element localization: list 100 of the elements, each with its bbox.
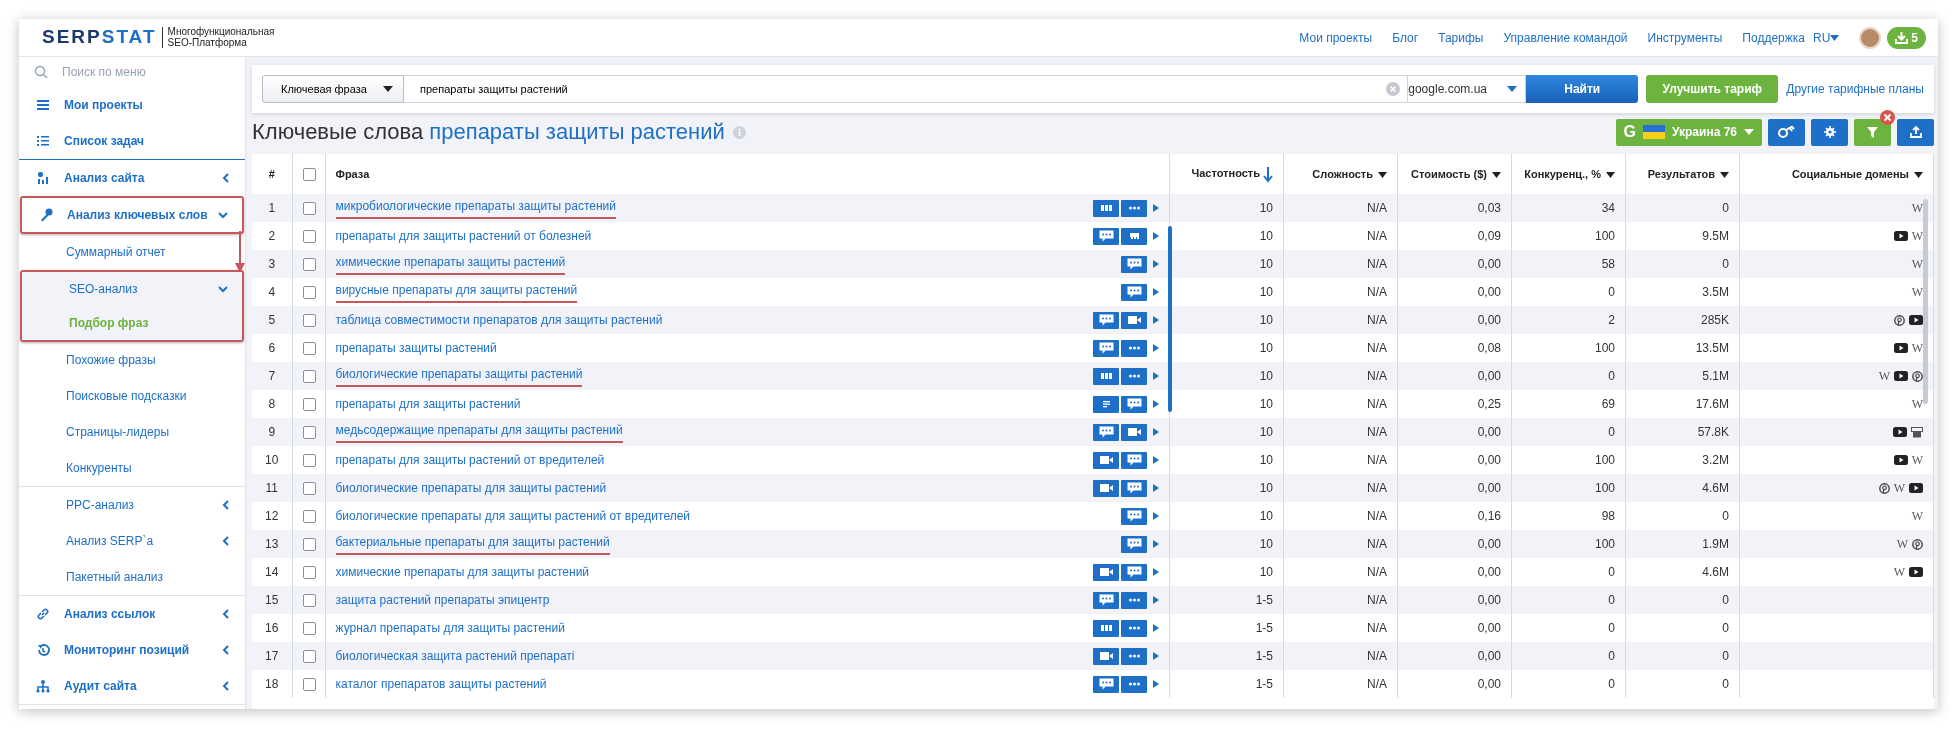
row-checkbox[interactable] [302,398,316,412]
chat-icon[interactable] [1121,451,1147,469]
play-icon[interactable] [1893,427,1907,437]
dots-icon[interactable] [1121,199,1147,217]
caret-icon[interactable] [1914,171,1923,178]
nav-link[interactable]: Мои проекты [1299,28,1373,47]
language-dropdown[interactable]: RU [1812,28,1840,47]
column-header[interactable]: Социальные домены [1791,167,1909,180]
sidebar-item[interactable]: Поисковые подсказки [19,378,245,414]
chat-icon[interactable] [1121,283,1147,301]
sidebar-item[interactable]: Пакетный анализ [19,559,245,595]
keyword-link[interactable]: препараты для защиты растений [335,395,521,413]
search-type-dropdown[interactable]: Ключевая фраза [262,75,404,103]
chat-icon[interactable] [1093,675,1119,693]
play-icon[interactable] [1893,231,1908,241]
bars-icon[interactable] [1093,367,1119,385]
sidebar-item[interactable]: PPC-анализ [19,487,245,523]
sidebar-item[interactable]: Анализ ссылок [19,596,245,632]
caret-icon[interactable] [1606,171,1615,178]
avatar[interactable] [1859,26,1882,49]
sidebar-item[interactable]: Суммарный отчет [19,234,245,270]
row-checkbox[interactable] [302,286,316,300]
row-checkbox[interactable] [302,230,316,244]
caret-icon[interactable] [1492,171,1501,178]
key-button[interactable] [1768,118,1805,146]
caret-icon[interactable] [383,86,393,92]
wiki-letter[interactable]: W [1893,563,1905,581]
row-checkbox[interactable] [302,538,316,552]
play-icon[interactable] [1909,483,1923,493]
row-checkbox[interactable] [302,342,316,356]
wiki-letter[interactable]: W [1911,451,1923,469]
export-button[interactable] [1897,118,1934,146]
sort-arrow-icon[interactable] [1263,166,1273,183]
row-checkbox[interactable] [302,510,316,524]
dots-icon[interactable] [1121,339,1147,357]
sidebar-item[interactable]: Анализ ключевых слов [22,198,242,232]
wiki-letter[interactable]: W [1896,535,1908,553]
select-all-checkbox[interactable] [302,168,316,182]
sidebar-item[interactable]: SEO-анализ [22,272,242,306]
dots-icon[interactable] [1121,591,1147,609]
keyword-link[interactable]: вирусные препараты для защиты растений [335,281,578,303]
dots-icon[interactable] [1121,619,1147,637]
pin-icon[interactable] [1912,370,1923,382]
keyword-link[interactable]: препараты для защиты растений от болезней [335,227,592,245]
column-header[interactable]: Конкуренц., % [1524,167,1601,180]
keyword-link[interactable]: биологические препараты для защиты растений от вредителей [335,507,691,525]
nav-link[interactable]: Инструменты [1647,28,1723,47]
bars-icon[interactable] [1093,199,1119,217]
sidebar-item[interactable]: Страницы-лидеры [19,414,245,450]
chat-icon[interactable] [1121,255,1147,273]
wiki-letter[interactable]: W [1911,507,1923,525]
column-header[interactable]: Сложность [1312,167,1373,180]
column-header[interactable]: Результатов [1647,167,1715,180]
sidebar-item[interactable]: Аудит сайта [19,668,245,704]
row-checkbox[interactable] [302,650,316,664]
chat-icon[interactable] [1093,339,1119,357]
nav-link[interactable]: Тарифы [1438,28,1484,47]
play-icon[interactable] [1893,455,1908,465]
row-checkbox[interactable] [302,370,316,384]
video-icon[interactable] [1121,311,1147,329]
chat-icon[interactable] [1093,591,1119,609]
play-icon[interactable] [1909,315,1923,325]
pin-icon[interactable] [1912,538,1923,550]
chat-icon[interactable] [1121,563,1147,581]
chat-icon[interactable] [1093,423,1119,441]
keyword-link[interactable]: каталог препаратов защиты растений [335,675,547,693]
chat-icon[interactable] [1093,227,1119,245]
sidebar-item[interactable]: Похожие фразы [19,342,245,378]
store-icon[interactable] [1911,426,1923,438]
video-icon[interactable] [1093,563,1119,581]
dots-icon[interactable] [1121,647,1147,665]
menu-search-field[interactable]: Поиск по меню [62,63,212,81]
play-icon[interactable] [1893,343,1908,353]
keyword-link[interactable]: препараты защиты растений [335,339,497,357]
chat-icon[interactable] [1093,311,1119,329]
sidebar-item[interactable]: Анализ SERP`a [19,523,245,559]
sidebar-item[interactable]: Список задач [19,123,245,159]
scrollbar[interactable] [1923,199,1928,404]
settings-button[interactable] [1811,118,1848,146]
column-header[interactable]: Стоимость ($) [1411,167,1487,180]
wiki-letter[interactable]: W [1911,227,1923,245]
keyword-link[interactable]: препараты для защиты растений от вредителей [335,451,605,469]
row-checkbox[interactable] [302,202,316,216]
video-icon[interactable] [1121,423,1147,441]
wiki-letter[interactable]: W [1911,283,1923,301]
row-checkbox[interactable] [302,622,316,636]
wiki-letter[interactable]: W [1911,255,1923,273]
caret-icon[interactable] [1720,171,1729,178]
caret-icon[interactable] [1378,171,1387,178]
chat-icon[interactable] [1121,507,1147,525]
dots-icon[interactable] [1121,675,1147,693]
scrollbar[interactable] [1168,226,1172,412]
keyword-link[interactable]: химические препараты для защиты растений [335,563,590,581]
chat-icon[interactable] [1121,535,1147,553]
sidebar-item[interactable]: Мои проекты [19,87,245,123]
nav-link[interactable]: Поддержка [1742,28,1805,47]
row-checkbox[interactable] [302,678,316,692]
chat-icon[interactable] [1121,479,1147,497]
pin-icon[interactable] [1894,314,1905,326]
play-icon[interactable] [1894,371,1908,381]
